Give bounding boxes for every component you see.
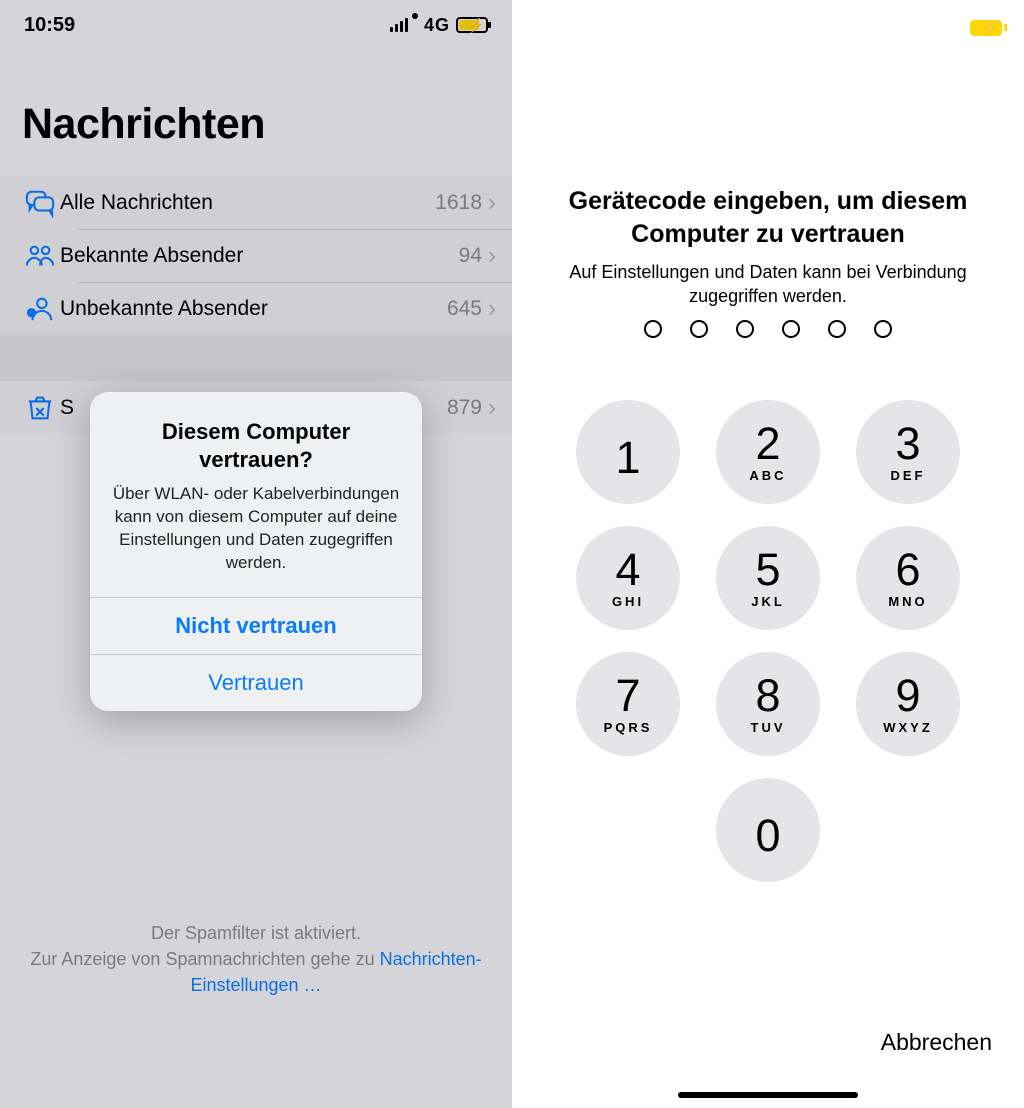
alert-title: Diesem Computer vertrauen? bbox=[108, 418, 404, 473]
passcode-dot bbox=[828, 320, 846, 338]
row-count: 645 bbox=[447, 297, 482, 321]
trust-button[interactable]: Vertrauen bbox=[90, 654, 422, 711]
alert-message: Über WLAN- oder Kabelverbindungen kann v… bbox=[108, 483, 404, 575]
status-bar: ⚡ bbox=[970, 20, 1002, 36]
row-unknown-senders[interactable]: ? Unbekannte Absender 645 › bbox=[0, 282, 512, 335]
key-1[interactable]: 1 bbox=[576, 400, 680, 504]
page-title: Nachrichten bbox=[22, 100, 265, 149]
passcode-dot bbox=[736, 320, 754, 338]
row-label: Bekannte Absender bbox=[60, 244, 459, 268]
signal-icon bbox=[390, 18, 408, 32]
passcode-dot bbox=[782, 320, 800, 338]
key-0[interactable]: 0 bbox=[716, 778, 820, 882]
passcode-title: Gerätecode eingeben, um diesem Computer … bbox=[542, 185, 994, 250]
chevron-right-icon: › bbox=[488, 189, 496, 217]
passcode-dot bbox=[874, 320, 892, 338]
network-label: 4G bbox=[424, 15, 450, 36]
key-2[interactable]: 2ABC bbox=[716, 400, 820, 504]
status-bar: 10:59 4G ⚡ bbox=[0, 0, 512, 50]
passcode-dots bbox=[512, 320, 1024, 338]
passcode-subtitle: Auf Einstellungen und Daten kann bei Ver… bbox=[542, 260, 994, 309]
key-6[interactable]: 6MNO bbox=[856, 526, 960, 630]
passcode-screen: ⚡ Gerätecode eingeben, um diesem Compute… bbox=[512, 0, 1024, 1108]
passcode-dot bbox=[690, 320, 708, 338]
dont-trust-button[interactable]: Nicht vertrauen bbox=[90, 597, 422, 654]
row-label: Alle Nachrichten bbox=[60, 191, 435, 215]
row-known-senders[interactable]: Bekannte Absender 94 › bbox=[0, 229, 512, 282]
row-count: 94 bbox=[459, 244, 482, 268]
home-indicator[interactable] bbox=[678, 1092, 858, 1098]
key-8[interactable]: 8TUV bbox=[716, 652, 820, 756]
key-9[interactable]: 9WXYZ bbox=[856, 652, 960, 756]
messages-screen: 10:59 4G ⚡ Nachrichten Alle Nachrichten … bbox=[0, 0, 512, 1108]
chat-icon bbox=[20, 188, 60, 218]
battery-icon: ⚡ bbox=[970, 20, 1002, 36]
row-count: 1618 bbox=[435, 191, 482, 215]
cancel-button[interactable]: Abbrechen bbox=[881, 1029, 992, 1056]
person-question-icon: ? bbox=[20, 294, 60, 324]
key-3[interactable]: 3DEF bbox=[856, 400, 960, 504]
number-keypad: 1 2ABC 3DEF 4GHI 5JKL 6MNO 7PQRS 8TUV 9W… bbox=[512, 400, 1024, 882]
svg-text:?: ? bbox=[29, 308, 34, 317]
row-all-messages[interactable]: Alle Nachrichten 1618 › bbox=[0, 176, 512, 229]
clock: 10:59 bbox=[24, 14, 75, 37]
chevron-right-icon: › bbox=[488, 295, 496, 323]
key-5[interactable]: 5JKL bbox=[716, 526, 820, 630]
signal-alert-icon bbox=[412, 13, 418, 19]
key-7[interactable]: 7PQRS bbox=[576, 652, 680, 756]
trust-computer-alert: Diesem Computer vertrauen? Über WLAN- od… bbox=[90, 392, 422, 711]
passcode-dot bbox=[644, 320, 662, 338]
key-4[interactable]: 4GHI bbox=[576, 526, 680, 630]
people-icon bbox=[20, 241, 60, 271]
row-label: Unbekannte Absender bbox=[60, 297, 447, 321]
spam-footer: Der Spamfilter ist aktiviert. Zur Anzeig… bbox=[0, 920, 512, 998]
row-count: 879 bbox=[447, 396, 482, 420]
chevron-right-icon: › bbox=[488, 394, 496, 422]
trash-x-icon bbox=[20, 393, 60, 423]
chevron-right-icon: › bbox=[488, 242, 496, 270]
battery-icon: ⚡ bbox=[456, 17, 488, 33]
